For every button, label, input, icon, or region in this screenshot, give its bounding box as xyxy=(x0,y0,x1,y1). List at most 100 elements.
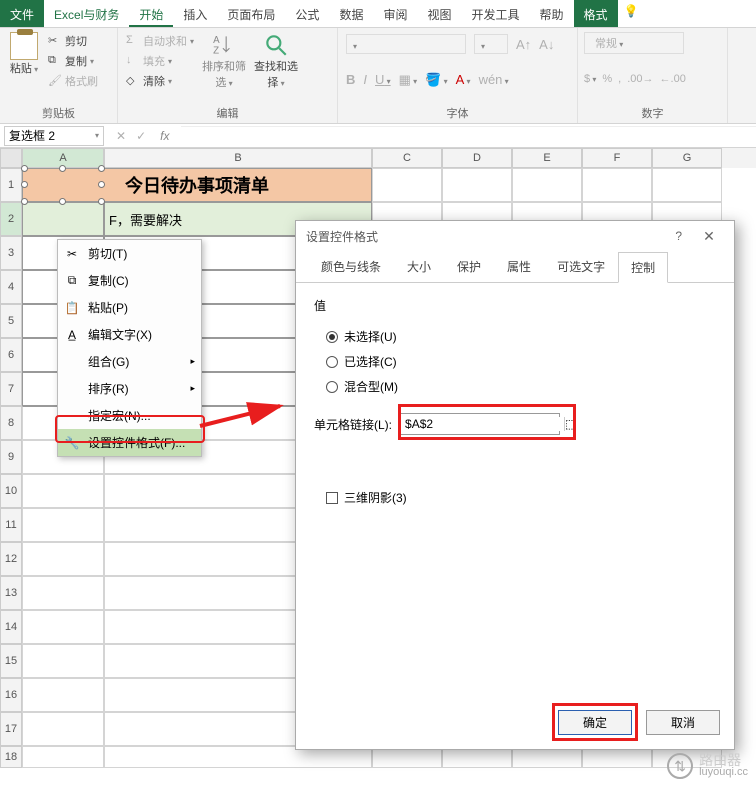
range-picker-icon[interactable]: ⬚ xyxy=(564,417,576,431)
checkbox-control-selection[interactable] xyxy=(24,168,102,202)
formula-input[interactable] xyxy=(181,126,756,146)
row-header[interactable]: 8 xyxy=(0,406,22,440)
value-section-label: 值 xyxy=(314,297,716,314)
col-header-G[interactable]: G xyxy=(652,148,722,168)
ctx-format-control[interactable]: 🔧设置控件格式(F)... xyxy=(58,429,201,456)
cell-A2[interactable] xyxy=(22,202,104,236)
tab-developer[interactable]: 开发工具 xyxy=(461,0,529,27)
copy-button[interactable]: ⧉复制 xyxy=(46,52,100,70)
sort-filter-button[interactable]: AZ 排序和筛选 xyxy=(200,32,248,90)
dlg-tab-control[interactable]: 控制 xyxy=(618,252,668,283)
clipboard-icon: 📋 xyxy=(64,300,80,316)
tell-me-bulb-icon[interactable]: 💡 xyxy=(618,0,645,27)
row-header[interactable]: 2 xyxy=(0,202,22,236)
dlg-tab-alt[interactable]: 可选文字 xyxy=(544,251,618,282)
tab-file[interactable]: 文件 xyxy=(0,0,44,27)
ctx-edit-text[interactable]: A̲编辑文字(X) xyxy=(58,321,201,348)
number-format-combo[interactable]: 常规 xyxy=(584,32,684,54)
font-name-combo[interactable] xyxy=(346,34,466,54)
enter-formula-icon[interactable]: ✓ xyxy=(136,129,146,143)
tab-addin[interactable]: Excel与财务 xyxy=(44,0,129,27)
font-size-combo[interactable] xyxy=(474,34,508,54)
ok-button[interactable]: 确定 xyxy=(558,710,632,735)
cancel-button[interactable]: 取消 xyxy=(646,710,720,735)
ctx-order[interactable]: 排序(R)▸ xyxy=(58,375,201,402)
autosum-button[interactable]: Σ自动求和 xyxy=(124,32,196,50)
router-icon: ⇅ xyxy=(667,753,693,779)
copy-icon: ⧉ xyxy=(64,273,80,289)
dialog-close-icon[interactable]: ✕ xyxy=(694,228,724,245)
decrease-decimal-button[interactable]: ←.00 xyxy=(660,73,686,85)
tab-format[interactable]: 格式 xyxy=(574,0,618,27)
radio-icon xyxy=(326,381,338,393)
border-button[interactable]: ▦ xyxy=(399,72,418,88)
cell-link-field[interactable] xyxy=(401,417,564,431)
format-painter-button[interactable]: 🖌格式刷 xyxy=(46,72,100,90)
eraser-icon: ◇ xyxy=(126,74,140,88)
dlg-tab-color[interactable]: 颜色与线条 xyxy=(308,251,394,282)
ctx-group[interactable]: 组合(G)▸ xyxy=(58,348,201,375)
cut-button[interactable]: ✂剪切 xyxy=(46,32,100,50)
tab-formula[interactable]: 公式 xyxy=(285,0,329,27)
col-header-D[interactable]: D xyxy=(442,148,512,168)
increase-decimal-button[interactable]: .00→ xyxy=(627,73,653,85)
percent-format-button[interactable]: % xyxy=(602,73,612,85)
ctx-assign-macro[interactable]: 指定宏(N)... xyxy=(58,402,201,429)
decrease-font-icon[interactable]: A↓ xyxy=(539,37,554,52)
name-box[interactable]: 复选框 2 ▾ xyxy=(4,126,104,146)
scissors-icon: ✂ xyxy=(48,34,62,48)
tab-help[interactable]: 帮助 xyxy=(530,0,574,27)
paste-button[interactable]: 粘贴 xyxy=(6,32,42,90)
radio-mixed[interactable]: 混合型(M) xyxy=(314,374,716,399)
edit-text-icon: A̲ xyxy=(64,327,80,343)
find-select-button[interactable]: 查找和选择 xyxy=(252,32,300,90)
fill-button[interactable]: ↓填充 xyxy=(124,52,196,70)
cancel-formula-icon[interactable]: ✕ xyxy=(116,129,126,143)
row-header[interactable]: 3 xyxy=(0,236,22,270)
italic-button[interactable]: I xyxy=(363,72,367,87)
col-header-E[interactable]: E xyxy=(512,148,582,168)
tab-insert[interactable]: 插入 xyxy=(173,0,217,27)
col-header-B[interactable]: B xyxy=(104,148,372,168)
tab-review[interactable]: 审阅 xyxy=(373,0,417,27)
select-all-corner[interactable] xyxy=(0,148,22,168)
resize-handle[interactable] xyxy=(21,165,28,172)
cell[interactable] xyxy=(372,168,442,202)
font-color-button[interactable]: A xyxy=(456,72,471,87)
dlg-tab-protect[interactable]: 保护 xyxy=(444,251,494,282)
row-header[interactable]: 1 xyxy=(0,168,22,202)
tab-page-layout[interactable]: 页面布局 xyxy=(217,0,285,27)
ctx-copy[interactable]: ⧉复制(C) xyxy=(58,267,201,294)
svg-text:A: A xyxy=(213,35,220,46)
radio-checked[interactable]: 已选择(C) xyxy=(314,349,716,374)
fill-color-button[interactable]: 🪣 xyxy=(425,72,447,88)
row-header[interactable]: 5 xyxy=(0,304,22,338)
radio-unchecked[interactable]: 未选择(U) xyxy=(314,324,716,349)
cell-link-input[interactable]: ⬚ xyxy=(400,413,560,435)
ctx-cut[interactable]: ✂剪切(T) xyxy=(58,240,201,267)
tab-data[interactable]: 数据 xyxy=(329,0,373,27)
ctx-paste[interactable]: 📋粘贴(P) xyxy=(58,294,201,321)
ribbon: 粘贴 ✂剪切 ⧉复制 🖌格式刷 剪贴板 Σ自动求和 ↓填充 ◇清除 AZ 排序和… xyxy=(0,28,756,124)
chevron-right-icon: ▸ xyxy=(190,383,195,394)
ribbon-tabs: 文件 Excel与财务 开始 插入 页面布局 公式 数据 审阅 视图 开发工具 … xyxy=(0,0,756,28)
tab-view[interactable]: 视图 xyxy=(417,0,461,27)
clear-button[interactable]: ◇清除 xyxy=(124,72,196,90)
row-header[interactable]: 7 xyxy=(0,372,22,406)
checkbox-3d-shadow[interactable]: 三维阴影(3) xyxy=(314,485,716,510)
col-header-C[interactable]: C xyxy=(372,148,442,168)
fx-icon[interactable]: fx xyxy=(156,129,173,143)
dialog-help-icon[interactable]: ? xyxy=(675,229,694,243)
phonetic-button[interactable]: wén xyxy=(479,72,509,87)
row-header[interactable]: 6 xyxy=(0,338,22,372)
underline-button[interactable]: U xyxy=(375,72,391,87)
row-header[interactable]: 4 xyxy=(0,270,22,304)
accounting-format-button[interactable]: $ xyxy=(584,73,596,85)
bold-button[interactable]: B xyxy=(346,72,355,87)
tab-home[interactable]: 开始 xyxy=(129,0,173,27)
increase-font-icon[interactable]: A↑ xyxy=(516,37,531,52)
dlg-tab-size[interactable]: 大小 xyxy=(394,251,444,282)
dlg-tab-prop[interactable]: 属性 xyxy=(494,251,544,282)
col-header-F[interactable]: F xyxy=(582,148,652,168)
comma-format-button[interactable]: , xyxy=(618,73,621,85)
